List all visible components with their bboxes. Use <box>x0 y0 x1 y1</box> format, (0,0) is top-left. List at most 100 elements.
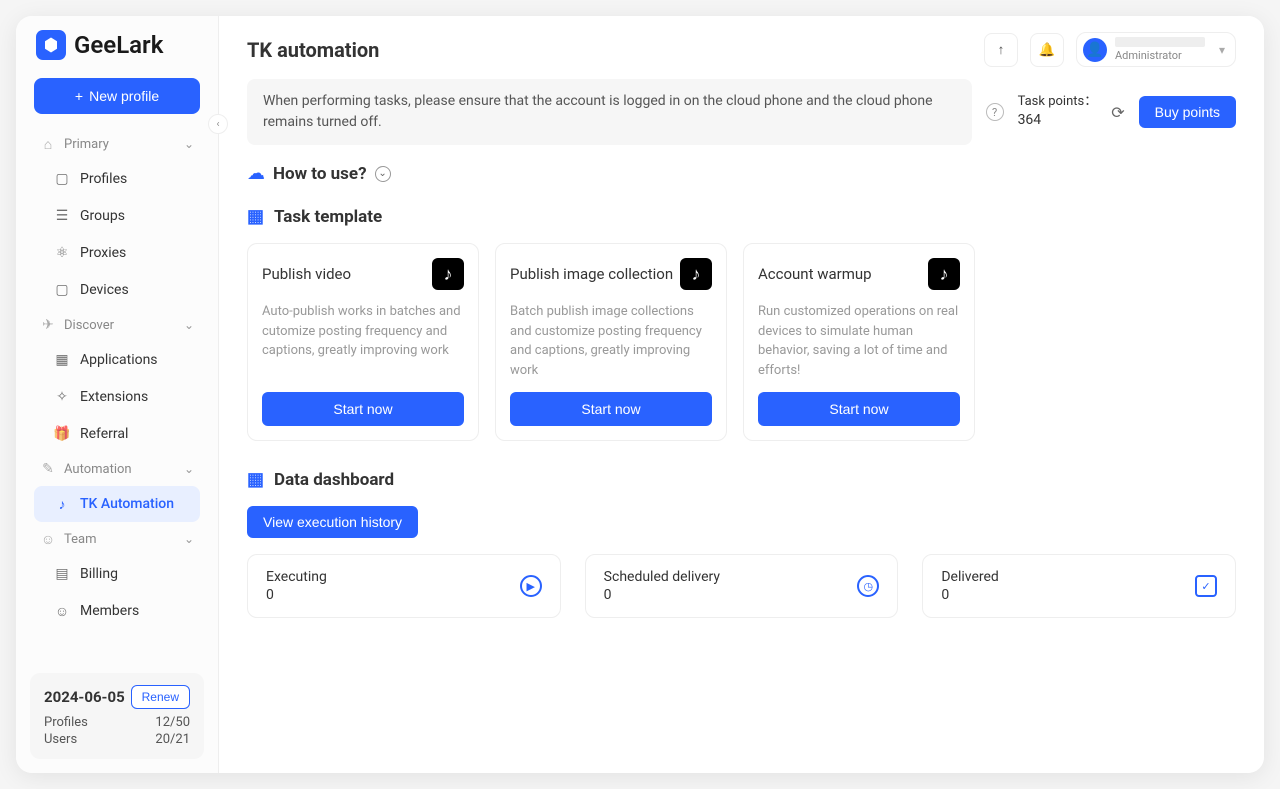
chevron-left-icon: ‹ <box>216 119 219 130</box>
team-icon: ☺ <box>40 531 56 547</box>
card-title: Account warmup <box>758 265 872 283</box>
stat-label: Executing <box>266 569 327 585</box>
nav-label: Groups <box>80 208 125 224</box>
points-label: Task points： <box>1018 93 1098 111</box>
sidebar-item-proxies[interactable]: ⚛ Proxies <box>34 235 200 271</box>
extensions-icon: ✧ <box>54 389 70 405</box>
nav-group-automation[interactable]: ✎Automation ⌄ <box>26 453 208 485</box>
user-role: Administrator <box>1115 49 1205 62</box>
stat-delivered[interactable]: Delivered 0 ✓ <box>922 554 1236 618</box>
sidebar-item-groups[interactable]: ☰ Groups <box>34 198 200 234</box>
upload-button[interactable]: ↑ <box>984 33 1018 67</box>
notifications-button[interactable]: 🔔 <box>1030 33 1064 67</box>
stat-value: 0 <box>604 587 720 603</box>
stat-value: 0 <box>941 587 998 603</box>
stat-label: Delivered <box>941 569 998 585</box>
task-template-header: ▦ Task template <box>247 206 1236 227</box>
info-row: When performing tasks, please ensure tha… <box>247 79 1236 145</box>
view-history-button[interactable]: View execution history <box>247 506 418 538</box>
bell-icon: 🔔 <box>1039 42 1056 58</box>
expand-icon: ⌄ <box>375 166 391 182</box>
subscription-card: 2024-06-05 Renew Profiles 12/50 Users 20… <box>30 673 204 759</box>
stat-scheduled[interactable]: Scheduled delivery 0 ◷ <box>585 554 899 618</box>
card-description: Run customized operations on real device… <box>758 302 960 380</box>
dashboard-label: Data dashboard <box>274 470 394 490</box>
logo[interactable]: GeeLark <box>16 16 218 70</box>
content-area: When performing tasks, please ensure tha… <box>219 79 1264 773</box>
sidebar-item-extensions[interactable]: ✧ Extensions <box>34 379 200 415</box>
refresh-button[interactable]: ⟳ <box>1111 103 1124 122</box>
start-now-button[interactable]: Start now <box>262 392 464 426</box>
nav-group-team[interactable]: ☺Team ⌄ <box>26 523 208 555</box>
automation-icon: ✎ <box>40 461 56 477</box>
brand-name: GeeLark <box>74 31 163 59</box>
chevron-down-icon: ⌄ <box>184 137 194 151</box>
buy-points-button[interactable]: Buy points <box>1139 96 1236 128</box>
sidebar-item-referral[interactable]: 🎁 Referral <box>34 416 200 452</box>
renew-button[interactable]: Renew <box>131 685 190 709</box>
nav-label: Referral <box>80 426 128 442</box>
stat-value: 0 <box>266 587 327 603</box>
chevron-down-icon: ⌄ <box>184 318 194 332</box>
how-to-use-toggle[interactable]: ☁ How to use? ⌄ <box>247 163 1236 184</box>
points-value: 364 <box>1018 111 1098 131</box>
play-icon: ▶ <box>520 575 542 597</box>
nav-label: Members <box>80 603 139 619</box>
stat-executing[interactable]: Executing 0 ▶ <box>247 554 561 618</box>
stat-label: Scheduled delivery <box>604 569 720 585</box>
subscription-date: 2024-06-05 <box>44 688 125 706</box>
task-template-label: Task template <box>274 207 382 227</box>
template-publish-video: Publish video ♪ Auto-publish works in ba… <box>247 243 479 441</box>
user-menu[interactable]: 👤 Administrator ▾ <box>1076 32 1236 67</box>
upload-icon: ↑ <box>998 42 1005 57</box>
new-profile-label: New profile <box>89 88 159 104</box>
members-icon: ☺ <box>54 603 70 619</box>
nav-group-discover[interactable]: ✈Discover ⌄ <box>26 309 208 341</box>
template-account-warmup: Account warmup ♪ Run customized operatio… <box>743 243 975 441</box>
devices-icon: ▢ <box>54 282 70 298</box>
avatar-icon: 👤 <box>1083 38 1107 62</box>
clock-icon: ◷ <box>857 575 879 597</box>
template-list: Publish video ♪ Auto-publish works in ba… <box>247 243 1236 441</box>
tiktok-logo-icon: ♪ <box>928 258 960 290</box>
nav-group-label: Automation <box>64 462 132 477</box>
sidebar: GeeLark + New profile ‹ ⌂Primary ⌄ ▢ Pro… <box>16 16 219 773</box>
page-title: TK automation <box>247 38 379 62</box>
start-now-button[interactable]: Start now <box>758 392 960 426</box>
start-now-button[interactable]: Start now <box>510 392 712 426</box>
help-icon[interactable]: ? <box>986 103 1004 121</box>
nav-label: Extensions <box>80 389 148 405</box>
new-profile-button[interactable]: + New profile <box>34 78 200 114</box>
tiktok-icon: ♪ <box>54 496 70 512</box>
gift-icon: 🎁 <box>54 426 70 442</box>
info-banner: When performing tasks, please ensure tha… <box>247 79 972 145</box>
sidebar-item-billing[interactable]: ▤ Billing <box>34 556 200 592</box>
profiles-stat-label: Profiles <box>44 715 88 730</box>
sidebar-item-members[interactable]: ☺ Members <box>34 593 200 629</box>
discover-icon: ✈ <box>40 317 56 333</box>
nav-label: Applications <box>80 352 158 368</box>
profiles-icon: ▢ <box>54 171 70 187</box>
collapse-sidebar-button[interactable]: ‹ <box>208 114 228 134</box>
chevron-down-icon: ▾ <box>1219 43 1225 57</box>
cloud-icon: ☁ <box>247 163 265 184</box>
card-title: Publish video <box>262 265 351 283</box>
sidebar-item-tk-automation[interactable]: ♪ TK Automation <box>34 486 200 522</box>
plus-icon: + <box>75 88 83 104</box>
dashboard-header: ▦ Data dashboard <box>247 469 1236 490</box>
nav-label: Devices <box>80 282 129 298</box>
nav-label: Profiles <box>80 171 127 187</box>
main-content: TK automation ↑ 🔔 👤 Administrator ▾ <box>219 16 1264 773</box>
how-to-use-label: How to use? <box>273 164 367 184</box>
sidebar-item-devices[interactable]: ▢ Devices <box>34 272 200 308</box>
check-icon: ✓ <box>1195 575 1217 597</box>
profiles-stat-value: 12/50 <box>155 715 190 730</box>
template-publish-image: Publish image collection ♪ Batch publish… <box>495 243 727 441</box>
sidebar-item-applications[interactable]: ▦ Applications <box>34 342 200 378</box>
apps-icon: ▦ <box>54 352 70 368</box>
sidebar-item-profiles[interactable]: ▢ Profiles <box>34 161 200 197</box>
proxies-icon: ⚛ <box>54 245 70 261</box>
nav-group-primary[interactable]: ⌂Primary ⌄ <box>26 128 208 160</box>
users-stat-value: 20/21 <box>155 732 190 747</box>
billing-icon: ▤ <box>54 566 70 582</box>
